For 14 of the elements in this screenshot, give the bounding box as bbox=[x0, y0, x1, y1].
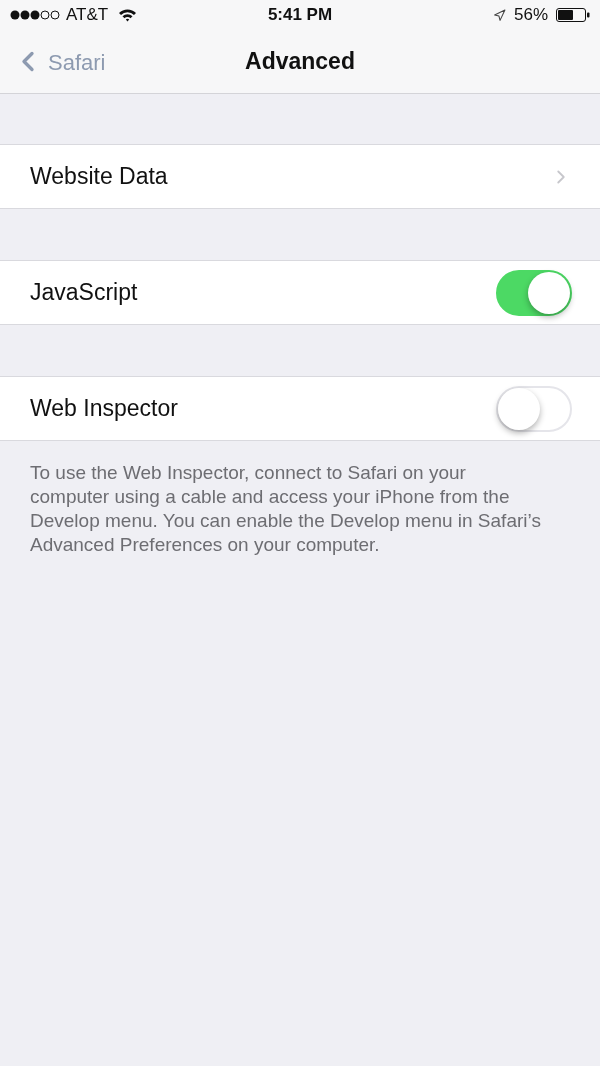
row-label: JavaScript bbox=[30, 278, 138, 308]
row-label: Web Inspector bbox=[30, 394, 178, 424]
location-arrow-icon bbox=[492, 8, 506, 22]
settings-row[interactable]: Website Data bbox=[0, 144, 600, 209]
footer-note: To use the Web Inspector, connect to Safari on your computer using a cable and access your iPhone from the Develop menu. You can enable the Develop menu in Safari’s Advanced Preferences on your computer. bbox=[29, 461, 542, 557]
signal-strength-icon bbox=[10, 10, 60, 20]
row-label: Website Data bbox=[30, 162, 168, 192]
battery-percentage: 56% bbox=[513, 4, 548, 27]
toggle-switch[interactable] bbox=[496, 269, 572, 316]
page-title: Advanced bbox=[245, 47, 355, 77]
battery-icon bbox=[556, 8, 590, 22]
wifi-icon bbox=[118, 8, 138, 22]
carrier-name: AT&T bbox=[66, 4, 109, 27]
status-time: 5:41 PM bbox=[267, 4, 333, 27]
